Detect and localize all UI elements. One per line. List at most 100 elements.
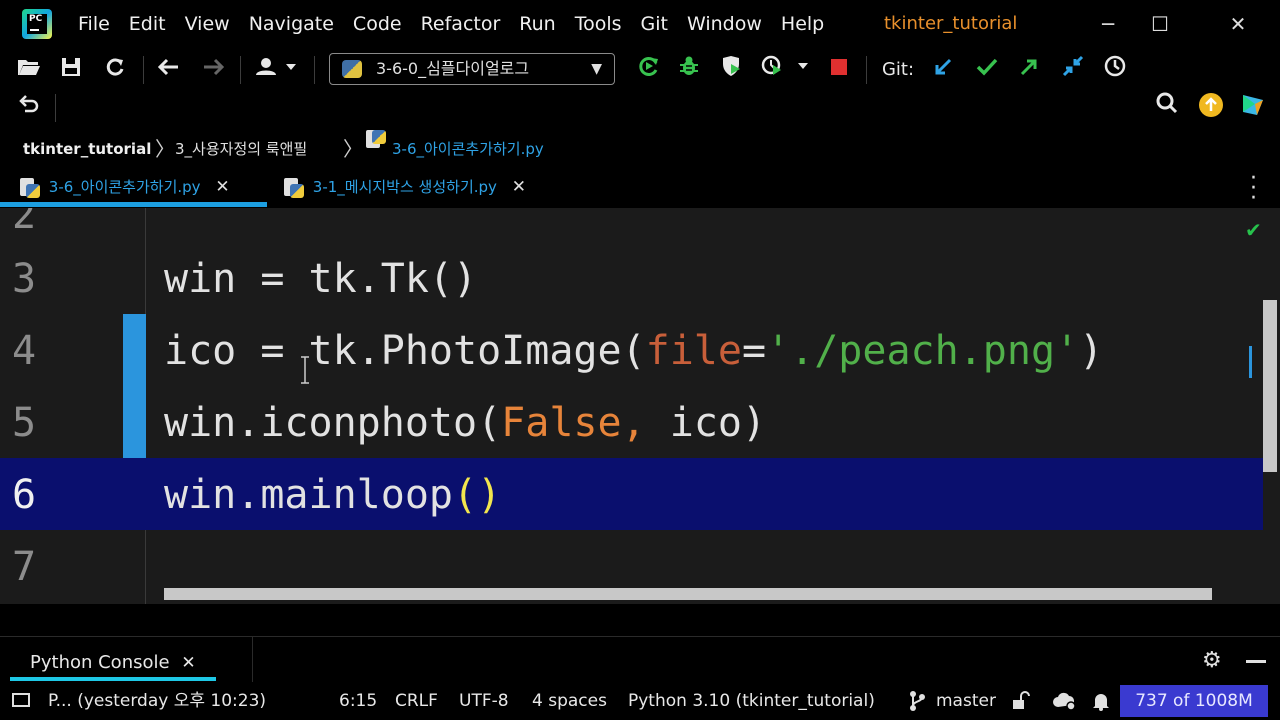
pycharm-logo-icon[interactable]: PC: [22, 9, 52, 39]
code-editor[interactable]: 2 3 4 5 6 7 win = tk.Tk() ico = tk.Photo…: [0, 208, 1280, 604]
code-token: ico): [645, 400, 767, 446]
tab-label: 3-6_아이콘추가하기.py: [48, 178, 201, 196]
sync-icon[interactable]: [100, 55, 130, 85]
hide-panel-icon[interactable]: [1246, 660, 1266, 663]
breadcrumb-folder[interactable]: 3_사용자정의 룩앤필: [175, 130, 307, 168]
toolbar-separator: [866, 56, 867, 84]
menu-tools[interactable]: Tools: [575, 13, 622, 35]
code-token-keyword: False,: [501, 400, 646, 446]
menu-git[interactable]: Git: [641, 13, 668, 35]
close-tab-icon[interactable]: ✕: [181, 653, 195, 673]
tool-window-bar: Python Console ✕ ⚙: [0, 604, 1280, 682]
inspection-ok-check-icon[interactable]: ✔: [1245, 218, 1262, 242]
close-button[interactable]: ✕: [1218, 6, 1258, 42]
back-arrow-icon[interactable]: [154, 55, 184, 85]
main-toolbar: 3-6-0_심플다이얼로그 ▼ Git:: [0, 50, 1280, 130]
git-merge-icon[interactable]: [1060, 55, 1086, 85]
user-switch-icon[interactable]: [252, 55, 302, 85]
cloud-settings-icon[interactable]: [1052, 682, 1078, 720]
run-configuration-dropdown[interactable]: 3-6-0_심플다이얼로그 ▼: [329, 53, 615, 85]
active-tab-indicator: [10, 677, 216, 681]
menu-view[interactable]: View: [185, 13, 230, 35]
status-message[interactable]: P... (yesterday 오후 10:23): [48, 682, 266, 720]
file-encoding[interactable]: UTF-8: [459, 682, 509, 720]
line-number: 4: [12, 328, 37, 374]
tab-label: 3-1_메시지박스 생성하기.py: [312, 178, 497, 196]
chevron-right-icon: 〉: [155, 137, 175, 161]
git-update-arrow-icon[interactable]: [930, 55, 956, 85]
toolbar-separator: [240, 56, 241, 84]
menu-edit[interactable]: Edit: [129, 13, 166, 35]
code-token-matched-parens: (): [452, 472, 502, 518]
app-logo-text: PC: [27, 14, 47, 34]
window-title: tkinter_tutorial: [884, 13, 1018, 34]
python-file-icon: [20, 177, 40, 198]
run-with-coverage-icon[interactable]: [720, 55, 746, 85]
line-number: 2: [12, 208, 37, 238]
update-available-icon[interactable]: [1196, 92, 1226, 122]
git-branch-icon: [908, 682, 926, 720]
menu-window[interactable]: Window: [687, 13, 762, 35]
git-branch[interactable]: master: [936, 682, 996, 720]
git-commit-check-icon[interactable]: [974, 55, 1000, 85]
forward-arrow-icon[interactable]: [198, 55, 228, 85]
tab-python-console[interactable]: Python Console ✕: [12, 648, 196, 678]
line-number: 6: [12, 472, 37, 518]
active-tab-indicator: [0, 202, 267, 207]
undo-icon[interactable]: [14, 92, 44, 122]
menu-run[interactable]: Run: [519, 13, 555, 35]
caret-position[interactable]: 6:15: [339, 682, 377, 720]
git-history-clock-icon[interactable]: [1102, 55, 1128, 85]
chevron-down-icon: ▼: [591, 61, 602, 77]
stop-icon[interactable]: [826, 55, 852, 85]
menu-navigate[interactable]: Navigate: [249, 13, 334, 35]
jetbrains-toolbox-icon[interactable]: [1238, 92, 1268, 122]
run-config-label: 3-6-0_심플다이얼로그: [376, 59, 530, 78]
menu-code[interactable]: Code: [353, 13, 402, 35]
open-folder-icon[interactable]: [14, 55, 44, 85]
close-tab-icon[interactable]: ✕: [215, 177, 229, 197]
menu-bar: File Edit View Navigate Code Refactor Ru…: [78, 13, 843, 35]
notifications-bell-icon[interactable]: [1092, 682, 1110, 720]
debug-bug-icon[interactable]: [676, 55, 702, 85]
code-token: win.mainloop: [164, 472, 453, 518]
python-interpreter[interactable]: Python 3.10 (tkinter_tutorial): [628, 682, 875, 720]
tab-label: Python Console: [30, 652, 170, 673]
vcs-change-marker[interactable]: [123, 314, 146, 458]
tab-3-1[interactable]: 3-1_메시지박스 생성하기.py ✕: [284, 168, 526, 208]
breadcrumb-project[interactable]: tkinter_tutorial: [23, 130, 151, 168]
memory-indicator[interactable]: 737 of 1008M: [1120, 685, 1268, 717]
indent-setting[interactable]: 4 spaces: [532, 682, 607, 720]
line-number: 5: [12, 400, 37, 446]
status-bar: P... (yesterday 오후 10:23) 6:15 CRLF UTF-…: [0, 682, 1280, 720]
git-push-arrow-icon[interactable]: [1016, 55, 1042, 85]
search-icon[interactable]: [1152, 92, 1182, 122]
save-icon[interactable]: [56, 55, 86, 85]
menu-help[interactable]: Help: [781, 13, 824, 35]
code-line-6: win.mainloop(): [164, 472, 501, 518]
horizontal-scrollbar[interactable]: [164, 588, 1212, 600]
profile-run-icon[interactable]: [760, 55, 810, 85]
toggle-tool-windows-icon[interactable]: [12, 693, 30, 707]
minimize-button[interactable]: ─: [1088, 6, 1128, 42]
close-tab-icon[interactable]: ✕: [512, 177, 526, 197]
line-number: 7: [12, 544, 37, 590]
more-vertical-icon[interactable]: · · ·: [1250, 168, 1257, 210]
breadcrumb-file[interactable]: 3-6_아이콘추가하기.py: [392, 130, 544, 168]
git-label: Git:: [881, 59, 915, 80]
code-line-5: win.iconphoto(False, ico): [164, 400, 766, 446]
vertical-scrollbar[interactable]: [1263, 300, 1277, 472]
code-token: ico = tk.PhotoImage(: [164, 328, 646, 374]
title-bar: PC File Edit View Navigate Code Refactor…: [0, 0, 1280, 50]
line-separator[interactable]: CRLF: [395, 682, 438, 720]
toolbar-separator: [55, 94, 56, 122]
lock-icon[interactable]: [1010, 682, 1030, 720]
menu-refactor[interactable]: Refactor: [421, 13, 501, 35]
maximize-button[interactable]: ☐: [1140, 6, 1180, 42]
code-token-param: file: [645, 328, 742, 374]
code-line-3: win = tk.Tk(): [164, 256, 478, 302]
rerun-icon[interactable]: [636, 55, 662, 85]
gear-icon[interactable]: ⚙: [1202, 648, 1222, 673]
line-number: 3: [12, 256, 37, 302]
menu-file[interactable]: File: [78, 13, 110, 35]
